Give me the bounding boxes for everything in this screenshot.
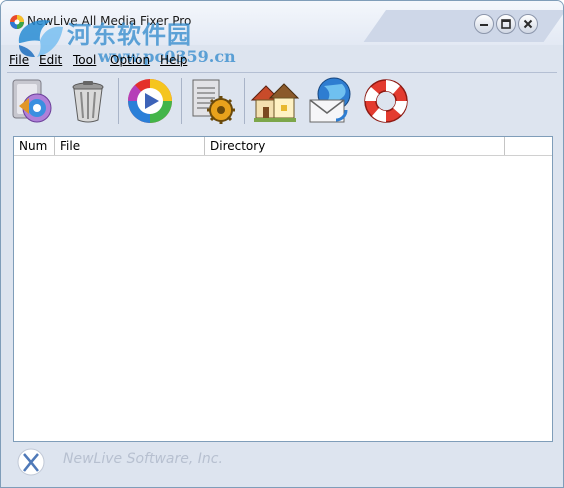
media-player-icon[interactable] bbox=[125, 76, 175, 126]
toolbar-separator bbox=[244, 78, 245, 124]
delete-trash-icon[interactable] bbox=[63, 76, 113, 126]
home-houses-icon[interactable] bbox=[250, 76, 300, 126]
minimize-button[interactable] bbox=[474, 14, 494, 34]
menu-edit[interactable]: Edit bbox=[39, 53, 62, 67]
column-header-extra[interactable] bbox=[505, 137, 552, 155]
minimize-icon bbox=[480, 24, 488, 26]
menu-help[interactable]: Help bbox=[160, 53, 187, 67]
list-header: Num File Directory bbox=[14, 137, 552, 156]
menu-bar: File Edit Tool Option Help bbox=[1, 51, 563, 71]
menu-file[interactable]: File bbox=[9, 53, 29, 67]
close-icon bbox=[523, 19, 533, 29]
column-header-file[interactable]: File bbox=[55, 137, 205, 155]
newlive-logo bbox=[17, 448, 45, 476]
close-button[interactable] bbox=[518, 14, 538, 34]
column-header-directory[interactable]: Directory bbox=[205, 137, 505, 155]
app-window: NewLive All Media Fixer Pro 河东软件园 www.pc… bbox=[0, 0, 564, 488]
maximize-button[interactable] bbox=[496, 14, 516, 34]
toolbar-separator bbox=[181, 78, 182, 124]
window-title: NewLive All Media Fixer Pro bbox=[27, 14, 192, 28]
app-icon bbox=[10, 15, 24, 29]
email-globe-icon[interactable] bbox=[306, 76, 356, 126]
file-list[interactable]: Num File Directory bbox=[13, 136, 553, 442]
column-header-num[interactable]: Num bbox=[14, 137, 55, 155]
help-lifebuoy-icon[interactable] bbox=[361, 76, 411, 126]
menu-separator bbox=[7, 72, 557, 73]
title-bar[interactable]: NewLive All Media Fixer Pro 河东软件园 www.pc… bbox=[1, 1, 563, 66]
company-name: NewLive Software, Inc. bbox=[63, 451, 223, 467]
maximize-icon bbox=[501, 19, 511, 29]
add-media-icon[interactable] bbox=[7, 76, 57, 126]
toolbar-separator bbox=[118, 78, 119, 124]
menu-option[interactable]: Option bbox=[110, 53, 150, 67]
settings-document-gear-icon[interactable] bbox=[187, 76, 237, 126]
menu-tool[interactable]: Tool bbox=[73, 53, 96, 67]
toolbar bbox=[1, 74, 563, 128]
